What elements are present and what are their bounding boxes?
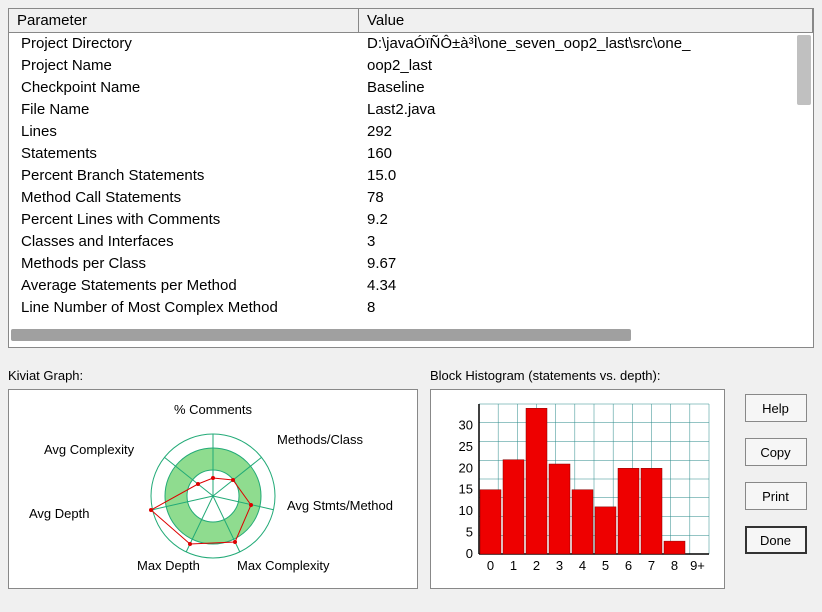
- svg-text:5: 5: [602, 558, 609, 573]
- table-row[interactable]: File NameLast2.java: [9, 99, 813, 121]
- cell-value: Baseline: [359, 77, 813, 99]
- cell-value: 9.67: [359, 253, 813, 275]
- cell-value: 15.0: [359, 165, 813, 187]
- table-row[interactable]: Checkpoint NameBaseline: [9, 77, 813, 99]
- cell-value: D:\javaÓïÑÔ±à³Ì\one_seven_oop2_last\src\…: [359, 33, 813, 55]
- table-row[interactable]: Percent Lines with Comments9.2: [9, 209, 813, 231]
- cell-parameter: Method Call Statements: [9, 187, 359, 209]
- table-row[interactable]: Statements160: [9, 143, 813, 165]
- axis-max-complexity: Max Complexity: [237, 558, 329, 573]
- axis-avg-complexity: Avg Complexity: [44, 442, 134, 457]
- axis-methods-class: Methods/Class: [277, 432, 363, 447]
- table-row[interactable]: Line Number of Most Complex Method8: [9, 297, 813, 319]
- cell-value: oop2_last: [359, 55, 813, 77]
- svg-text:15: 15: [459, 482, 473, 497]
- svg-text:4: 4: [579, 558, 586, 573]
- axis-comments: % Comments: [174, 402, 252, 417]
- table-row[interactable]: Method Call Statements78: [9, 187, 813, 209]
- cell-parameter: Checkpoint Name: [9, 77, 359, 99]
- done-button[interactable]: Done: [745, 526, 807, 554]
- svg-text:6: 6: [625, 558, 632, 573]
- svg-text:10: 10: [459, 503, 473, 518]
- table-row[interactable]: Classes and Interfaces3: [9, 231, 813, 253]
- svg-text:8: 8: [671, 558, 678, 573]
- cell-value: 292: [359, 121, 813, 143]
- cell-value: 9.2: [359, 209, 813, 231]
- copy-button[interactable]: Copy: [745, 438, 807, 466]
- print-button[interactable]: Print: [745, 482, 807, 510]
- axis-avg-stmts: Avg Stmts/Method: [287, 498, 393, 513]
- cell-parameter: Percent Branch Statements: [9, 165, 359, 187]
- svg-text:7: 7: [648, 558, 655, 573]
- metrics-table: Parameter Value Project DirectoryD:\java…: [8, 8, 814, 348]
- svg-text:1: 1: [510, 558, 517, 573]
- svg-text:9+: 9+: [690, 558, 705, 573]
- cell-parameter: Classes and Interfaces: [9, 231, 359, 253]
- table-row[interactable]: Project Nameoop2_last: [9, 55, 813, 77]
- svg-text:0: 0: [466, 546, 473, 561]
- kiviat-chart: % Comments Methods/Class Avg Stmts/Metho…: [8, 389, 418, 589]
- cell-parameter: Percent Lines with Comments: [9, 209, 359, 231]
- cell-value: 78: [359, 187, 813, 209]
- histogram-title: Block Histogram (statements vs. depth):: [430, 368, 725, 383]
- table-header-row: Parameter Value: [9, 9, 813, 33]
- help-button[interactable]: Help: [745, 394, 807, 422]
- table-row[interactable]: Project DirectoryD:\javaÓïÑÔ±à³Ì\one_sev…: [9, 33, 813, 55]
- svg-text:5: 5: [466, 525, 473, 540]
- header-parameter[interactable]: Parameter: [9, 9, 359, 32]
- cell-value: 3: [359, 231, 813, 253]
- cell-value: Last2.java: [359, 99, 813, 121]
- cell-parameter: Project Name: [9, 55, 359, 77]
- svg-text:0: 0: [487, 558, 494, 573]
- cell-parameter: Project Directory: [9, 33, 359, 55]
- histogram-chart: 0 5 10 15 20 25 30 0 1 2 3 4 5 6 7 8 9+: [430, 389, 725, 589]
- cell-parameter: Line Number of Most Complex Method: [9, 297, 359, 319]
- table-row[interactable]: Average Statements per Method4.34: [9, 275, 813, 297]
- vertical-scrollbar[interactable]: [797, 35, 811, 105]
- table-row[interactable]: Methods per Class9.67: [9, 253, 813, 275]
- cell-value: 160: [359, 143, 813, 165]
- axis-avg-depth: Avg Depth: [29, 506, 89, 521]
- cell-parameter: Lines: [9, 121, 359, 143]
- cell-value: 4.34: [359, 275, 813, 297]
- svg-text:20: 20: [459, 460, 473, 475]
- svg-text:25: 25: [459, 439, 473, 454]
- svg-text:3: 3: [556, 558, 563, 573]
- horizontal-scrollbar[interactable]: [11, 329, 631, 341]
- cell-parameter: Methods per Class: [9, 253, 359, 275]
- table-row[interactable]: Lines292: [9, 121, 813, 143]
- table-row[interactable]: Percent Branch Statements15.0: [9, 165, 813, 187]
- cell-value: 8: [359, 297, 813, 319]
- cell-parameter: Statements: [9, 143, 359, 165]
- svg-text:2: 2: [533, 558, 540, 573]
- kiviat-title: Kiviat Graph:: [8, 368, 418, 383]
- cell-parameter: Average Statements per Method: [9, 275, 359, 297]
- axis-max-depth: Max Depth: [137, 558, 200, 573]
- table-body: Project DirectoryD:\javaÓïÑÔ±à³Ì\one_sev…: [9, 33, 813, 343]
- svg-text:30: 30: [459, 417, 473, 432]
- cell-parameter: File Name: [9, 99, 359, 121]
- header-value[interactable]: Value: [359, 9, 813, 32]
